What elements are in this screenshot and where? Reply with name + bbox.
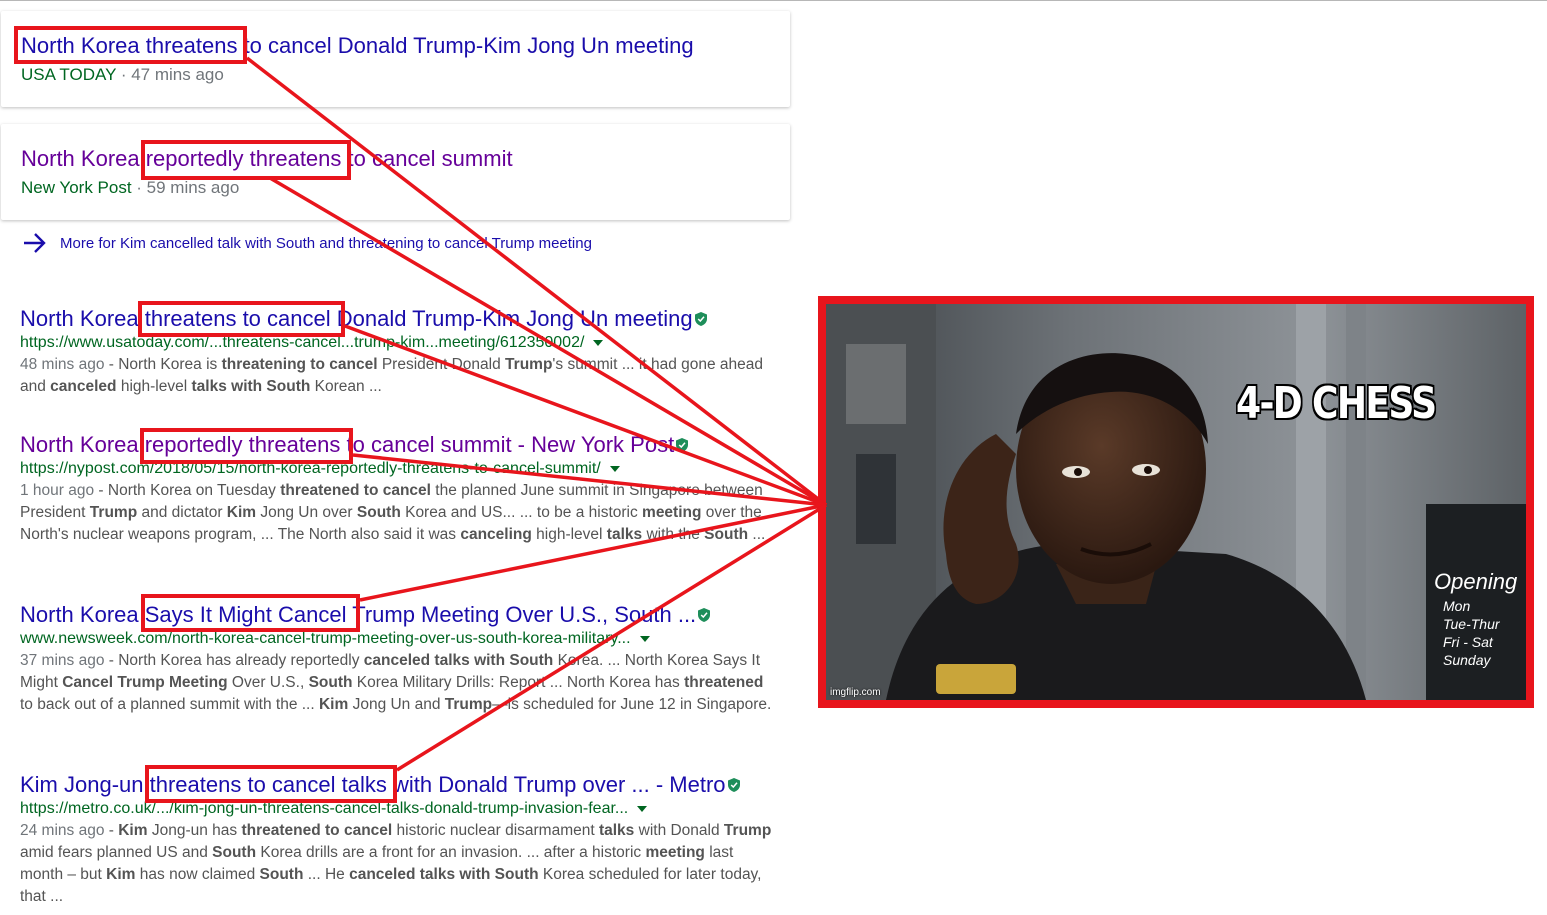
news-source-name: New York Post	[21, 178, 132, 197]
news-card: North Korea reportedly threatens to canc…	[1, 124, 790, 220]
sign-sunday-text: Sunday	[1443, 652, 1491, 668]
sign-mon-text: Mon	[1443, 598, 1470, 614]
result-url-text: www.newsweek.com/north-korea-cancel-trum…	[20, 630, 631, 647]
result-snippet: 1 hour ago - North Korea on Tuesday thre…	[20, 480, 780, 546]
result-url: www.newsweek.com/north-korea-cancel-trum…	[20, 629, 780, 649]
news-source-time: · 59 mins ago	[131, 178, 240, 197]
url-dropdown-caret-icon[interactable]	[609, 466, 620, 472]
result-title-link[interactable]: Kim Jong-un threatens to cancel talks wi…	[20, 772, 780, 798]
result-date: 1 hour ago	[20, 482, 95, 499]
highlight-box	[141, 594, 360, 632]
highlight-box	[141, 140, 351, 180]
url-dropdown-caret-icon[interactable]	[637, 806, 648, 812]
search-result: Kim Jong-un threatens to cancel talks wi…	[20, 772, 780, 908]
news-card-source: USA TODAY · 47 mins ago	[21, 65, 224, 85]
meme-illustration: Opening Mon Tue-Thur Fri - Sat Sunday	[826, 304, 1526, 700]
result-date: 24 mins ago	[20, 822, 105, 839]
verified-shield-icon	[727, 778, 740, 792]
result-date: 37 mins ago	[20, 652, 105, 669]
highlight-box	[138, 301, 345, 337]
search-result: North Korea threatens to cancel Donald T…	[20, 306, 780, 398]
search-result: North Korea Says It Might Cancel Trump M…	[20, 602, 780, 716]
more-news-link[interactable]: More for Kim cancelled talk with South a…	[22, 231, 592, 255]
result-snippet-text: - North Korea is threatening to cancel P…	[20, 356, 764, 395]
meme-watermark: imgflip.com	[830, 687, 881, 698]
result-date: 48 mins ago	[20, 356, 105, 373]
verified-shield-icon	[698, 608, 711, 622]
result-snippet-text: - Kim Jong-un has threatened to cancel h…	[20, 822, 772, 905]
news-card-source: New York Post · 59 mins ago	[21, 178, 239, 198]
verified-shield-icon	[694, 312, 707, 326]
url-dropdown-caret-icon[interactable]	[593, 340, 604, 346]
sign-fri-sat-text: Fri - Sat	[1443, 634, 1494, 650]
sign-tue-thur-text: Tue-Thur	[1443, 616, 1501, 632]
result-snippet: 24 mins ago - Kim Jong-un has threatened…	[20, 820, 780, 908]
result-snippet-text: - North Korea on Tuesday threatened to c…	[20, 482, 766, 543]
result-snippet-text: - North Korea has already reportedly can…	[20, 652, 772, 713]
meme-image: Opening Mon Tue-Thur Fri - Sat Sunday	[826, 304, 1526, 700]
result-url: https://nypost.com/2018/05/15/north-kore…	[20, 459, 780, 479]
result-snippet: 48 mins ago - North Korea is threatening…	[20, 354, 780, 398]
top-divider	[0, 0, 1547, 1]
arrow-right-icon	[24, 233, 46, 253]
url-dropdown-caret-icon[interactable]	[639, 636, 650, 642]
news-source-time: · 47 mins ago	[116, 65, 224, 84]
result-title-link[interactable]: North Korea Says It Might Cancel Trump M…	[20, 602, 780, 628]
result-snippet: 37 mins ago - North Korea has already re…	[20, 650, 780, 716]
highlight-box	[140, 428, 353, 464]
result-url: https://www.usatoday.com/...threatens-ca…	[20, 333, 780, 353]
result-title: North Korea threatens to cancel Donald T…	[20, 306, 693, 331]
sign-opening-text: Opening	[1434, 569, 1518, 594]
verified-shield-icon	[676, 438, 689, 452]
highlight-box	[14, 26, 247, 64]
search-result: North Korea reportedly threatens to canc…	[20, 432, 780, 546]
result-title-link[interactable]: North Korea reportedly threatens to canc…	[20, 432, 780, 458]
meme-caption: 4-D CHESS	[1236, 378, 1437, 429]
highlight-box	[145, 765, 397, 803]
more-news-label: More for Kim cancelled talk with South a…	[60, 234, 592, 252]
news-source-name: USA TODAY	[21, 65, 117, 84]
result-url: https://metro.co.uk/.../kim-jong-un-thre…	[20, 799, 780, 819]
result-title-link[interactable]: North Korea threatens to cancel Donald T…	[20, 306, 780, 332]
